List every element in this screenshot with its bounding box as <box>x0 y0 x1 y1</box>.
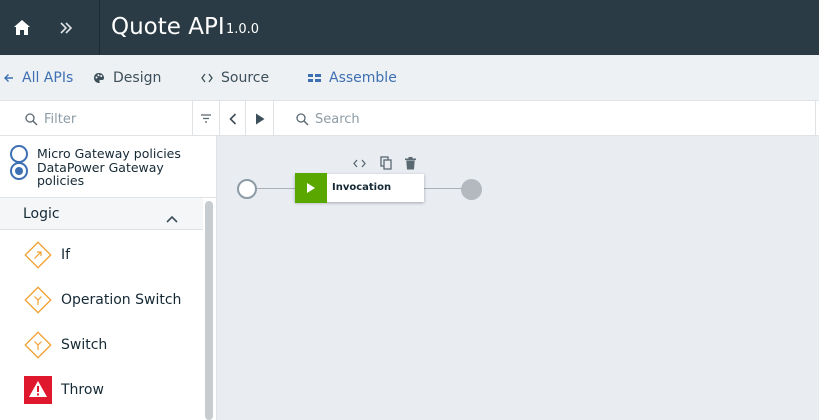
arrow-left-icon <box>4 73 14 83</box>
code-icon <box>201 73 213 83</box>
switch-diamond-icon <box>24 331 52 359</box>
policy-throw[interactable]: Throw <box>0 369 203 414</box>
chevron-left-icon <box>228 112 236 125</box>
filter-lines-icon <box>201 114 211 123</box>
play-icon <box>255 113 264 124</box>
operation-switch-diamond-icon <box>24 286 52 314</box>
node-delete-button[interactable] <box>402 155 418 171</box>
test-run-button[interactable] <box>245 101 273 136</box>
filter-input[interactable] <box>44 109 184 129</box>
trash-icon <box>404 156 416 169</box>
policy-throw-label: Throw <box>61 382 104 398</box>
editor-tabs: All APIs Design Source Assemble <box>0 55 819 154</box>
radio-button-selected[interactable] <box>10 162 28 180</box>
policy-switch[interactable]: Switch <box>0 324 203 369</box>
flow-connector <box>424 188 462 189</box>
tab-assemble-label: Assemble <box>329 69 397 86</box>
invoke-icon-box <box>295 173 327 203</box>
assembly-canvas[interactable]: Invocation <box>217 136 819 420</box>
tab-source-label: Source <box>221 69 270 86</box>
throw-warning-icon <box>24 376 52 404</box>
play-icon <box>307 183 315 193</box>
node-copy-button[interactable] <box>378 155 394 171</box>
section-title: Logic <box>23 206 60 222</box>
tab-assemble[interactable]: Assemble <box>308 55 397 100</box>
api-version: 1.0.0 <box>226 22 260 37</box>
home-button[interactable] <box>0 0 44 55</box>
radio-micro-gateway-label: Micro Gateway policies <box>37 146 181 161</box>
header-divider <box>99 0 100 55</box>
filter-box <box>0 101 192 136</box>
search-input[interactable] <box>315 109 795 129</box>
palette-scrollbar[interactable] <box>205 201 213 420</box>
palette-icon <box>93 72 105 84</box>
code-icon <box>352 159 366 167</box>
radio-datapower-gateway[interactable]: DataPower Gateway policies <box>10 160 187 188</box>
assemble-icon <box>308 73 321 83</box>
policy-operation-switch-label: Operation Switch <box>61 292 182 308</box>
expand-nav-button[interactable] <box>44 0 88 55</box>
radio-button[interactable] <box>10 145 28 163</box>
copy-icon <box>380 156 392 170</box>
canvas-search-box <box>273 101 816 136</box>
policy-switch-label: Switch <box>61 337 108 353</box>
node-source-button[interactable] <box>351 155 367 171</box>
search-icon <box>296 111 309 130</box>
invocation-node[interactable]: Invocation <box>295 173 424 203</box>
api-title: Quote API <box>111 14 225 40</box>
policy-if-label: If <box>61 247 71 263</box>
flow-start-node[interactable] <box>237 179 257 199</box>
tab-design-label: Design <box>113 69 162 86</box>
home-icon <box>14 20 30 35</box>
tab-design[interactable]: Design <box>93 55 161 100</box>
policy-if[interactable]: If <box>0 234 203 279</box>
policy-operation-switch[interactable]: Operation Switch <box>0 279 203 324</box>
if-diamond-icon <box>24 241 52 269</box>
tab-source[interactable]: Source <box>201 55 269 100</box>
tab-all-apis-label: All APIs <box>22 69 74 86</box>
invocation-node-label: Invocation <box>332 182 392 193</box>
flow-end-node[interactable] <box>461 179 482 200</box>
policy-palette: Micro Gateway policies DataPower Gateway… <box>0 136 217 420</box>
logic-section-header[interactable]: Logic <box>0 198 203 230</box>
sort-filter-button[interactable] <box>192 101 219 136</box>
chevron-up-icon <box>166 208 178 227</box>
assemble-toolbar <box>0 100 819 136</box>
flow-connector <box>255 188 295 189</box>
search-icon <box>25 111 38 130</box>
collapse-palette-button[interactable] <box>219 101 245 136</box>
double-chevron-right-icon <box>60 21 73 34</box>
app-header: Quote API 1.0.0 <box>0 0 819 55</box>
radio-datapower-gateway-label: DataPower Gateway policies <box>37 160 164 188</box>
tab-all-apis[interactable]: All APIs <box>4 55 73 100</box>
